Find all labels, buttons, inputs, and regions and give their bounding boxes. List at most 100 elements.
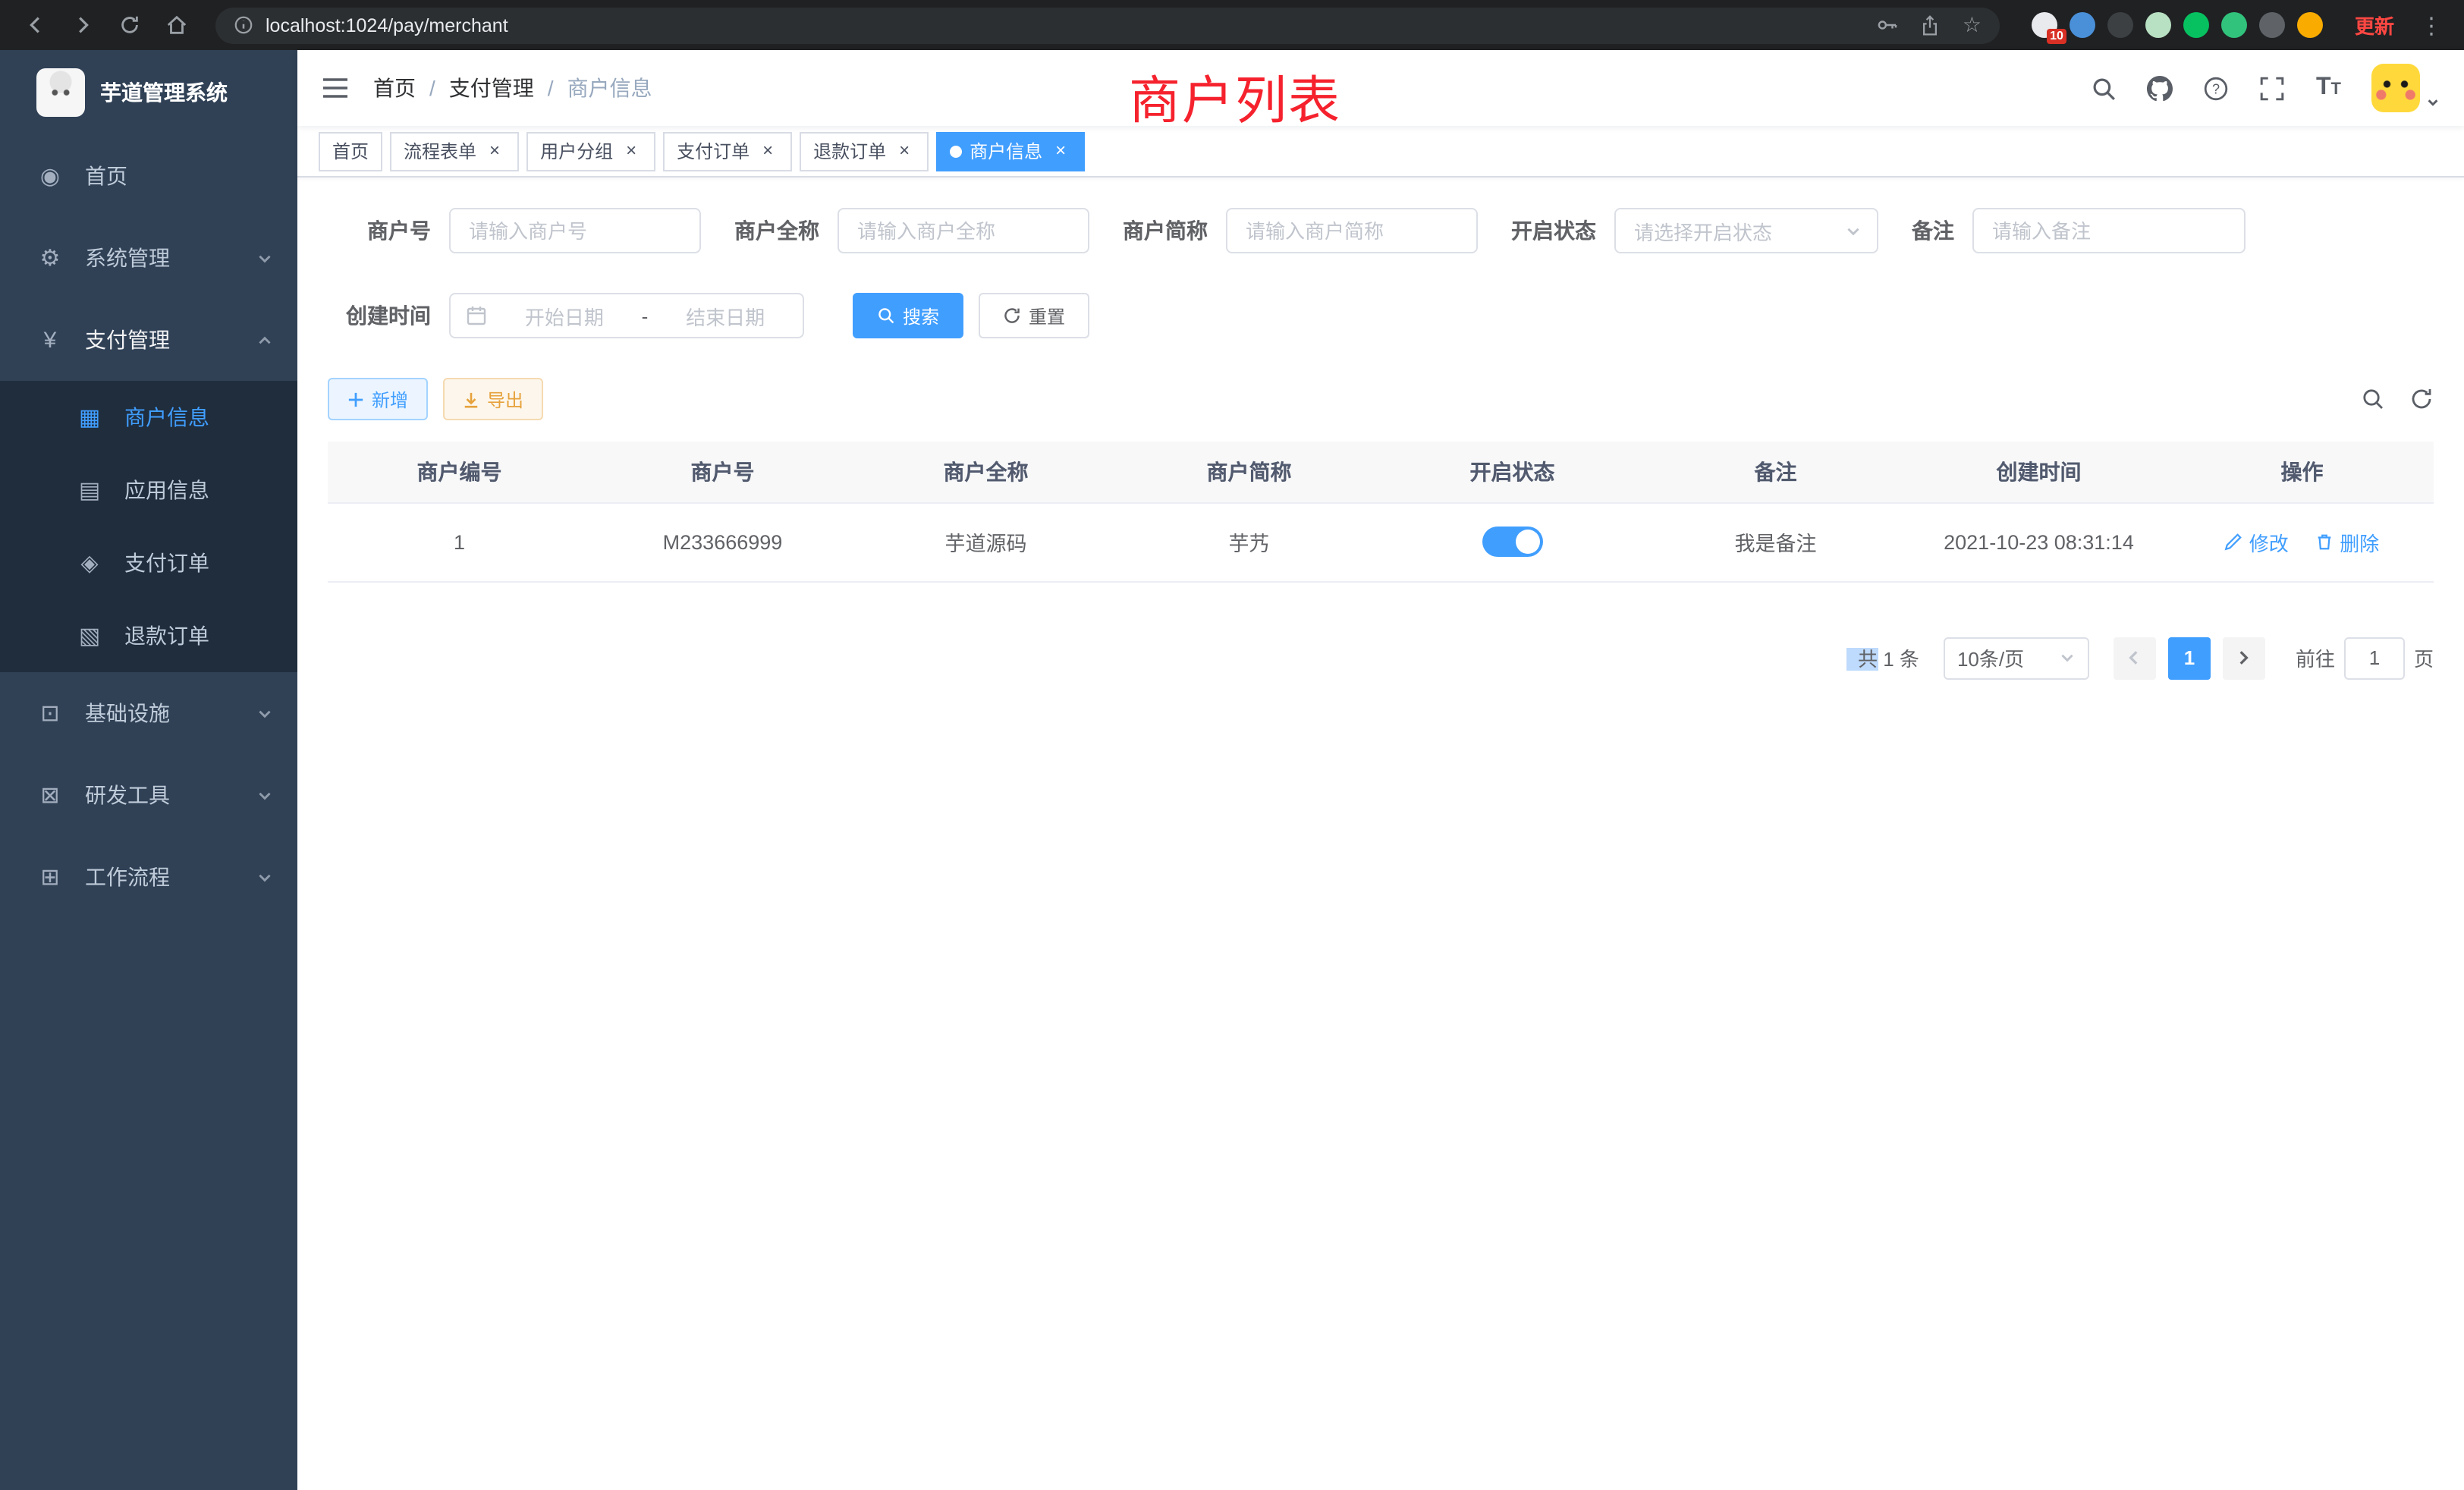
user-menu[interactable] bbox=[2371, 64, 2440, 112]
password-key-icon[interactable] bbox=[1876, 14, 1899, 36]
back-button[interactable] bbox=[15, 5, 55, 45]
svg-text:?: ? bbox=[2213, 80, 2220, 96]
tab-close-icon[interactable]: × bbox=[621, 140, 642, 162]
header-search-icon[interactable] bbox=[2092, 75, 2117, 101]
hide-search-icon[interactable] bbox=[2361, 387, 2385, 411]
extension-icon-1[interactable]: 10 bbox=[2032, 12, 2057, 38]
sidebar-subitem-payment-order[interactable]: ◈ 支付订单 bbox=[0, 527, 297, 599]
goto-input[interactable] bbox=[2344, 637, 2405, 679]
sidebar-subitem-refund-order[interactable]: ▧ 退款订单 bbox=[0, 599, 297, 672]
chevron-up-icon bbox=[256, 332, 273, 348]
share-icon[interactable] bbox=[1920, 14, 1941, 36]
goto-label: 前往 bbox=[2296, 643, 2335, 672]
delete-link-label: 删除 bbox=[2340, 527, 2379, 556]
github-icon[interactable] bbox=[2148, 75, 2173, 101]
prev-page-button[interactable] bbox=[2114, 637, 2156, 679]
tab-user-group[interactable]: 用户分组 × bbox=[526, 131, 655, 171]
tab-close-icon[interactable]: × bbox=[894, 140, 915, 162]
font-size-icon[interactable]: TT bbox=[2316, 76, 2341, 100]
extension-icon-2[interactable] bbox=[2070, 12, 2095, 38]
main-area: 商户列表 首页 / 支付管理 / 商户信息 bbox=[297, 50, 2464, 1490]
extension-icon-6[interactable] bbox=[2221, 12, 2247, 38]
extension-icon-5[interactable] bbox=[2183, 12, 2209, 38]
browser-menu-icon[interactable]: ⋮ bbox=[2414, 11, 2449, 39]
tab-home[interactable]: 首页 bbox=[319, 131, 382, 171]
sidebar-item-home[interactable]: ◉ 首页 bbox=[0, 135, 297, 217]
status-toggle[interactable] bbox=[1482, 527, 1543, 557]
table-settings bbox=[2361, 387, 2434, 411]
edit-link[interactable]: 修改 bbox=[2225, 527, 2289, 556]
extension-icon-8[interactable] bbox=[2297, 12, 2323, 38]
sidebar-subitem-merchant-info[interactable]: ▦ 商户信息 bbox=[0, 381, 297, 454]
logo-row[interactable]: 芋道管理系统 bbox=[0, 50, 297, 135]
remark-label: 备注 bbox=[1912, 215, 1954, 246]
extension-icon-3[interactable] bbox=[2107, 12, 2133, 38]
tab-label: 支付订单 bbox=[677, 138, 750, 164]
status-select[interactable]: 请选择开启状态 bbox=[1614, 208, 1878, 253]
reset-button[interactable]: 重置 bbox=[979, 293, 1089, 338]
sidebar-item-devtools[interactable]: ⊠ 研发工具 bbox=[0, 754, 297, 836]
remark-field: 备注 bbox=[1912, 208, 2246, 253]
breadcrumb-separator: / bbox=[429, 76, 435, 100]
sidebar-item-label: 退款订单 bbox=[124, 621, 273, 651]
browser-update-button[interactable]: 更新 bbox=[2355, 11, 2394, 39]
short-name-field: 商户简称 bbox=[1123, 208, 1478, 253]
site-info-icon[interactable] bbox=[234, 15, 253, 35]
tab-process-form[interactable]: 流程表单 × bbox=[390, 131, 519, 171]
forward-button[interactable] bbox=[62, 5, 102, 45]
caret-down-icon bbox=[2426, 96, 2440, 109]
navbar: 首页 / 支付管理 / 商户信息 ? bbox=[297, 50, 2464, 126]
tab-close-icon[interactable]: × bbox=[757, 140, 778, 162]
tab-close-icon[interactable]: × bbox=[484, 140, 505, 162]
remark-input[interactable] bbox=[1972, 208, 2246, 253]
sidebar-item-label: 系统管理 bbox=[85, 243, 256, 273]
search-button[interactable]: 搜索 bbox=[853, 293, 963, 338]
short-name-input[interactable] bbox=[1226, 208, 1478, 253]
extension-icon-4[interactable] bbox=[2145, 12, 2171, 38]
chevron-down-icon bbox=[1845, 222, 1862, 239]
avatar[interactable] bbox=[2371, 64, 2420, 112]
fullscreen-icon[interactable] bbox=[2260, 75, 2286, 101]
next-page-button[interactable] bbox=[2223, 637, 2265, 679]
sidebar-item-system[interactable]: ⚙ 系统管理 bbox=[0, 217, 297, 299]
breadcrumb-item-payment[interactable]: 支付管理 bbox=[449, 73, 534, 103]
url-bar[interactable]: localhost:1024/pay/merchant ☆ bbox=[215, 7, 2000, 43]
tab-label: 首页 bbox=[332, 138, 369, 164]
sidebar-subitem-app-info[interactable]: ▤ 应用信息 bbox=[0, 454, 297, 527]
help-icon[interactable]: ? bbox=[2204, 75, 2230, 101]
cell-status bbox=[1381, 502, 1644, 581]
workflow-icon: ⊞ bbox=[33, 863, 67, 891]
breadcrumb-item-home[interactable]: 首页 bbox=[373, 73, 416, 103]
merchant-no-input[interactable] bbox=[449, 208, 701, 253]
home-button[interactable] bbox=[156, 5, 196, 45]
full-name-input[interactable] bbox=[838, 208, 1089, 253]
sidebar-item-payment[interactable]: ¥ 支付管理 bbox=[0, 299, 297, 381]
tab-merchant-info[interactable]: 商户信息 × bbox=[936, 131, 1085, 171]
app-grid-icon: ▤ bbox=[73, 476, 106, 504]
reload-button[interactable] bbox=[109, 5, 149, 45]
export-button[interactable]: 导出 bbox=[443, 378, 543, 420]
app-frame: 芋道管理系统 ◉ 首页 ⚙ 系统管理 ¥ 支付管理 bbox=[0, 50, 2464, 1490]
tab-close-icon[interactable]: × bbox=[1050, 140, 1071, 162]
bookmark-star-icon[interactable]: ☆ bbox=[1963, 12, 1982, 38]
breadcrumb: 首页 / 支付管理 / 商户信息 bbox=[373, 73, 652, 103]
header-remark: 备注 bbox=[1644, 442, 1907, 502]
extension-badge: 10 bbox=[2047, 29, 2066, 44]
filter-row-1: 商户号 商户全称 商户简称 开启状态 请选择开启状态 bbox=[328, 208, 2434, 253]
add-button[interactable]: 新增 bbox=[328, 378, 428, 420]
page-size-select[interactable]: 10条/页 bbox=[1944, 637, 2089, 679]
toolbox-icon: ⊠ bbox=[33, 781, 67, 809]
date-range-picker[interactable]: 开始日期 - 结束日期 bbox=[449, 293, 804, 338]
sidebar-item-workflow[interactable]: ⊞ 工作流程 bbox=[0, 836, 297, 918]
delete-link[interactable]: 删除 bbox=[2315, 527, 2379, 556]
extension-icon-7[interactable] bbox=[2259, 12, 2285, 38]
cell-actions: 修改 删除 bbox=[2170, 502, 2434, 581]
refresh-table-icon[interactable] bbox=[2409, 387, 2434, 411]
sidebar-item-infrastructure[interactable]: ⊡ 基础设施 bbox=[0, 672, 297, 754]
tab-refund-order[interactable]: 退款订单 × bbox=[800, 131, 929, 171]
tab-payment-order[interactable]: 支付订单 × bbox=[663, 131, 792, 171]
page-button-1[interactable]: 1 bbox=[2168, 637, 2211, 679]
header-merchant-id: 商户编号 bbox=[328, 442, 591, 502]
hamburger-icon[interactable] bbox=[322, 76, 349, 100]
merchant-no-field: 商户号 bbox=[328, 208, 701, 253]
